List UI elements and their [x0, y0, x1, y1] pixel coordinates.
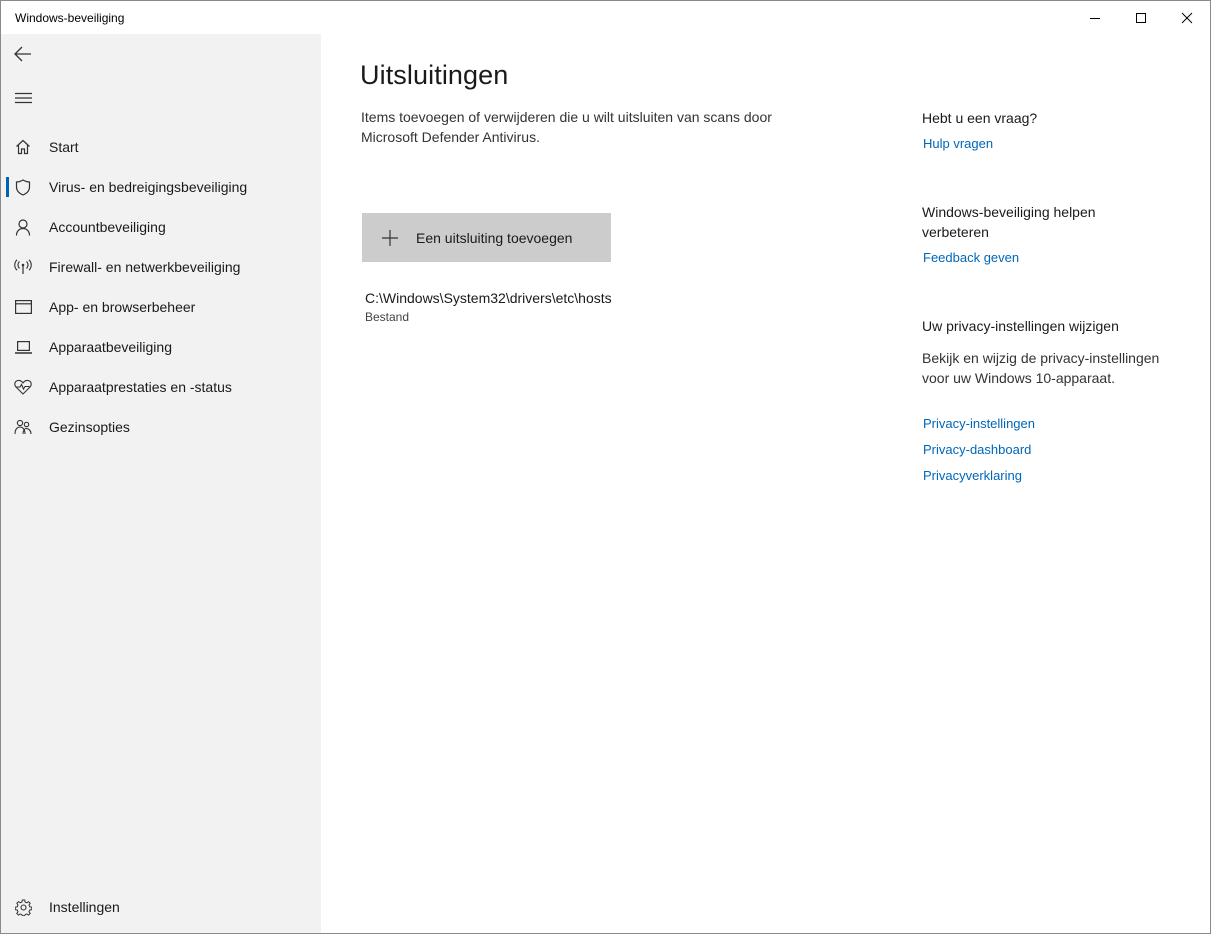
- minimize-button[interactable]: [1072, 1, 1118, 34]
- sidebar: Start Virus- en bedreigingsbeveiliging A…: [1, 34, 321, 933]
- heart-pulse-icon: [1, 367, 45, 407]
- active-indicator: [6, 177, 9, 197]
- hamburger-icon: [14, 92, 32, 104]
- minimize-icon: [1090, 17, 1100, 19]
- sidebar-item-label: Start: [49, 139, 79, 155]
- sidebar-item-family-options[interactable]: Gezinsopties: [1, 407, 321, 447]
- question-heading: Hebt u een vraag?: [922, 110, 1038, 126]
- sidebar-item-device-security[interactable]: Apparaatbeveiliging: [1, 327, 321, 367]
- privacy-heading: Uw privacy-instellingen wijzigen: [922, 318, 1119, 334]
- sidebar-item-label: Virus- en bedreigingsbeveiliging: [49, 179, 248, 195]
- back-button[interactable]: [1, 34, 45, 74]
- person-icon: [1, 207, 45, 247]
- antenna-icon: [1, 247, 45, 287]
- exclusion-path: C:\Windows\System32\drivers\etc\hosts: [365, 290, 612, 306]
- sidebar-item-start[interactable]: Start: [1, 127, 321, 167]
- back-arrow-icon: [14, 46, 31, 62]
- exclusion-list-item[interactable]: C:\Windows\System32\drivers\etc\hosts Be…: [365, 290, 612, 324]
- plus-icon: [382, 229, 398, 246]
- maximize-icon: [1136, 12, 1146, 23]
- privacy-settings-link[interactable]: Privacy-instellingen: [923, 416, 1035, 431]
- privacy-statement-link[interactable]: Privacyverklaring: [923, 468, 1022, 483]
- main-content: Uitsluitingen Items toevoegen of verwijd…: [321, 34, 1210, 933]
- sidebar-item-label: Instellingen: [49, 899, 120, 915]
- exclusion-type: Bestand: [365, 310, 410, 324]
- sidebar-item-label: Accountbeveiliging: [49, 219, 166, 235]
- sidebar-item-device-performance[interactable]: Apparaatprestaties en -status: [1, 367, 321, 407]
- app-window: Windows-beveiliging Start Virus- en bedr…: [0, 0, 1211, 934]
- sidebar-item-label: Firewall- en netwerkbeveiliging: [49, 259, 241, 275]
- family-icon: [1, 407, 45, 447]
- sidebar-item-label: Apparaatbeveiliging: [49, 339, 172, 355]
- privacy-dashboard-link[interactable]: Privacy-dashboard: [923, 442, 1031, 457]
- feedback-link[interactable]: Feedback geven: [923, 250, 1019, 265]
- title-bar: Windows-beveiliging: [1, 1, 1210, 34]
- hamburger-menu-button[interactable]: [1, 78, 45, 118]
- window-title: Windows-beveiliging: [15, 11, 125, 25]
- browser-window-icon: [1, 287, 45, 327]
- maximize-button[interactable]: [1118, 1, 1164, 34]
- privacy-description: Bekijk en wijzig de privacy-instellingen…: [922, 350, 1160, 386]
- sidebar-item-label: App- en browserbeheer: [49, 299, 196, 315]
- add-exclusion-button[interactable]: Een uitsluiting toevoegen: [362, 213, 611, 262]
- laptop-icon: [1, 327, 45, 367]
- close-icon: [1181, 12, 1193, 23]
- gear-icon: [1, 887, 45, 927]
- sidebar-item-app-browser[interactable]: App- en browserbeheer: [1, 287, 321, 327]
- sidebar-item-label: Apparaatprestaties en -status: [49, 379, 232, 395]
- sidebar-item-firewall[interactable]: Firewall- en netwerkbeveiliging: [1, 247, 321, 287]
- page-title: Uitsluitingen: [360, 60, 509, 90]
- sidebar-item-account-protection[interactable]: Accountbeveiliging: [1, 207, 321, 247]
- close-button[interactable]: [1164, 1, 1210, 34]
- add-exclusion-label: Een uitsluiting toevoegen: [416, 229, 573, 246]
- sidebar-item-label: Gezinsopties: [49, 419, 130, 435]
- sidebar-item-virus-protection[interactable]: Virus- en bedreigingsbeveiliging: [1, 167, 321, 207]
- page-description: Items toevoegen of verwijderen die u wil…: [361, 109, 772, 145]
- home-icon: [1, 127, 45, 167]
- window-controls: [1072, 1, 1210, 34]
- improve-heading: Windows-beveiliging helpen verbeteren: [922, 204, 1096, 240]
- sidebar-item-settings[interactable]: Instellingen: [1, 887, 321, 927]
- help-link[interactable]: Hulp vragen: [923, 136, 993, 151]
